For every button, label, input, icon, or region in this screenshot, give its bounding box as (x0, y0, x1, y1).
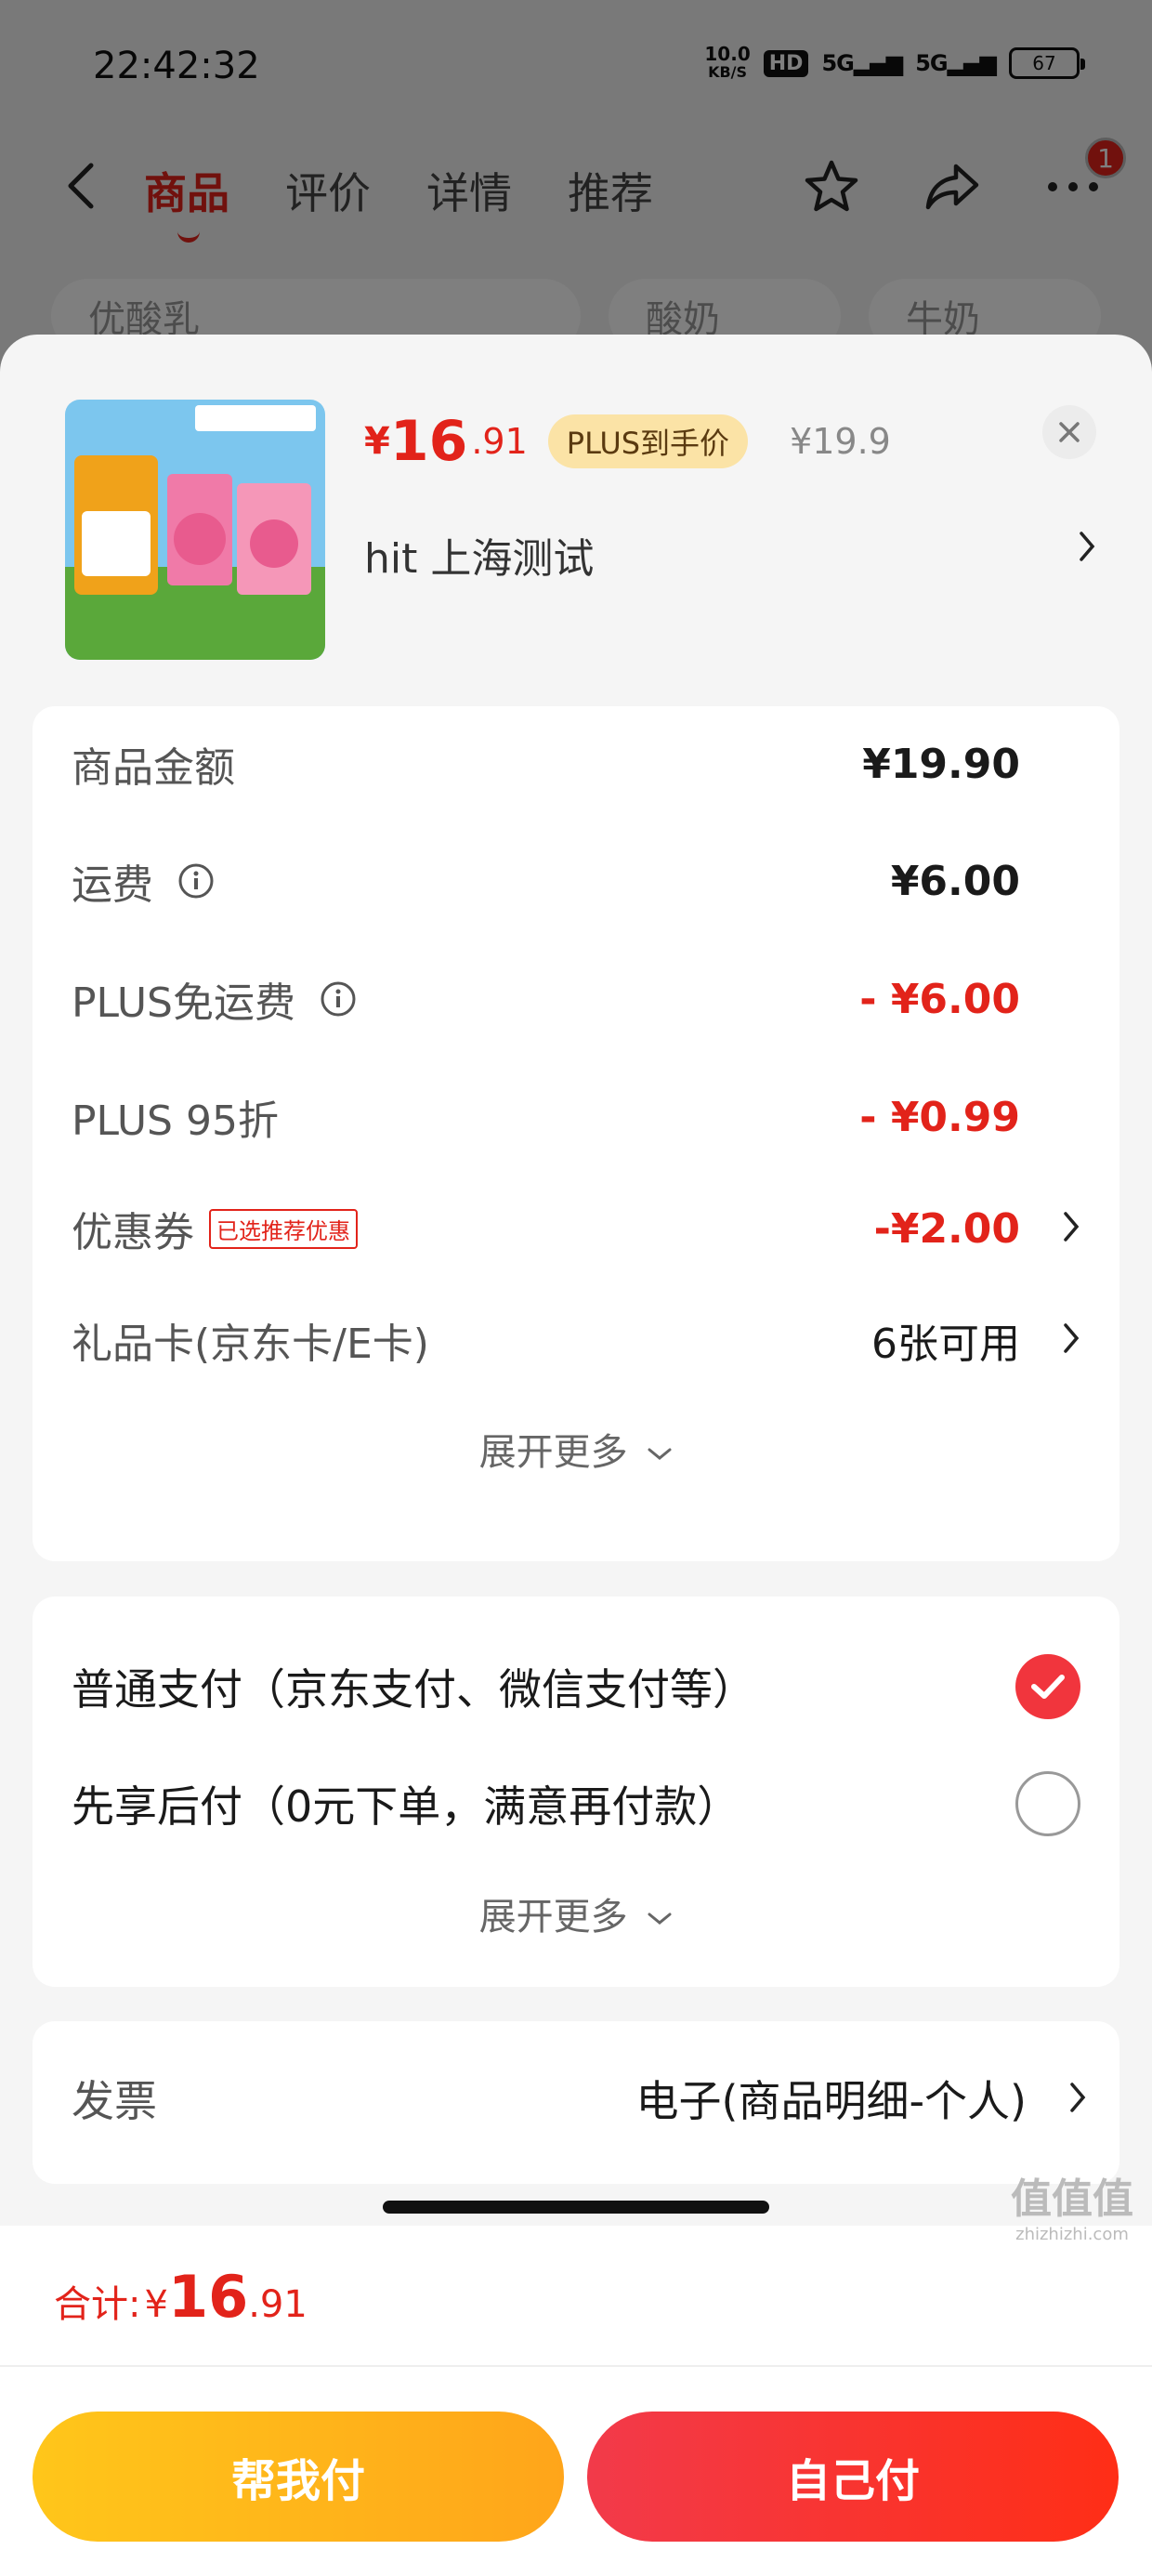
divider (0, 2365, 1152, 2367)
fee-row-shipping: 运费 ¥6.00 (72, 857, 1020, 910)
original-price: ¥19.9 (790, 421, 891, 462)
chevron-right-icon[interactable] (1068, 2081, 1087, 2118)
site-watermark: 值值值 zhizhizhi.com (1011, 2175, 1133, 2244)
fee-breakdown-card: 商品金额 ¥19.90 运费 ¥6.00 PLUS免运费 - ¥6.00 PLU… (33, 706, 1119, 1561)
expand-more-fees[interactable]: 展开更多 (33, 1422, 1119, 1476)
chevron-right-icon[interactable] (1062, 1321, 1080, 1359)
self-pay-button[interactable]: 自己付 (587, 2412, 1119, 2542)
info-icon (321, 981, 356, 1017)
close-icon (1059, 422, 1080, 442)
price-decimal: .91 (471, 421, 528, 462)
chevron-right-icon[interactable] (1078, 530, 1096, 567)
fee-row-plus-shipping: PLUS免运费 - ¥6.00 (72, 975, 1020, 1028)
radio-checked[interactable] (1015, 1654, 1080, 1719)
info-icon (178, 863, 214, 899)
plus-price-tag: PLUS到手价 (547, 414, 749, 468)
fee-row-plus-discount: PLUS 95折 - ¥0.99 (72, 1093, 1020, 1146)
coupon-chip: 已选推荐优惠 (209, 1208, 358, 1249)
fee-row-coupon[interactable]: 优惠券 已选推荐优惠 -¥2.00 (72, 1191, 1080, 1266)
product-thumbnail[interactable] (65, 400, 325, 660)
invoice-value: 电子(商品明细-个人) (635, 2076, 1028, 2126)
close-button[interactable] (1042, 405, 1096, 459)
payment-option-paylater[interactable]: 先享后付（0元下单，满意再付款） (72, 1762, 1080, 1846)
check-icon (1031, 1675, 1065, 1699)
expand-more-payment[interactable]: 展开更多 (33, 1886, 1119, 1940)
payment-method-card: 普通支付（京东支付、微信支付等） 先享后付（0元下单，满意再付款） 展开更多 (33, 1597, 1119, 1987)
fee-row-goods: 商品金额 ¥19.90 (72, 740, 1020, 793)
price-integer: 16 (389, 409, 468, 474)
price-line: ¥ 16 .91 PLUS到手价 ¥19.9 (364, 409, 891, 474)
invoice-label: 发票 (72, 2076, 157, 2126)
radio-unchecked[interactable] (1015, 1771, 1080, 1836)
price-currency: ¥ (364, 420, 390, 463)
total-price: 合计: ¥ 16 .91 (54, 2263, 308, 2331)
home-indicator[interactable] (383, 2201, 769, 2214)
chevron-down-icon (648, 1912, 672, 1925)
help-pay-button[interactable]: 帮我付 (33, 2412, 564, 2542)
invoice-card[interactable]: 发票 电子(商品明细-个人) (33, 2021, 1119, 2184)
checkout-bar: 合计: ¥ 16 .91 帮我付 自己付 (0, 2226, 1152, 2576)
fee-row-giftcard[interactable]: 礼品卡(京东卡/E卡) 6张可用 (72, 1303, 1080, 1377)
checkout-sheet: ¥ 16 .91 PLUS到手价 ¥19.9 hit 上海测试 商品金额 ¥19… (0, 335, 1152, 2576)
payment-option-normal[interactable]: 普通支付（京东支付、微信支付等） (72, 1645, 1080, 1728)
product-summary: ¥ 16 .91 PLUS到手价 ¥19.9 hit 上海测试 (65, 400, 1106, 660)
chevron-down-icon (648, 1448, 672, 1460)
chevron-right-icon[interactable] (1062, 1210, 1080, 1247)
shipping-address[interactable]: hit 上海测试 (364, 525, 594, 585)
